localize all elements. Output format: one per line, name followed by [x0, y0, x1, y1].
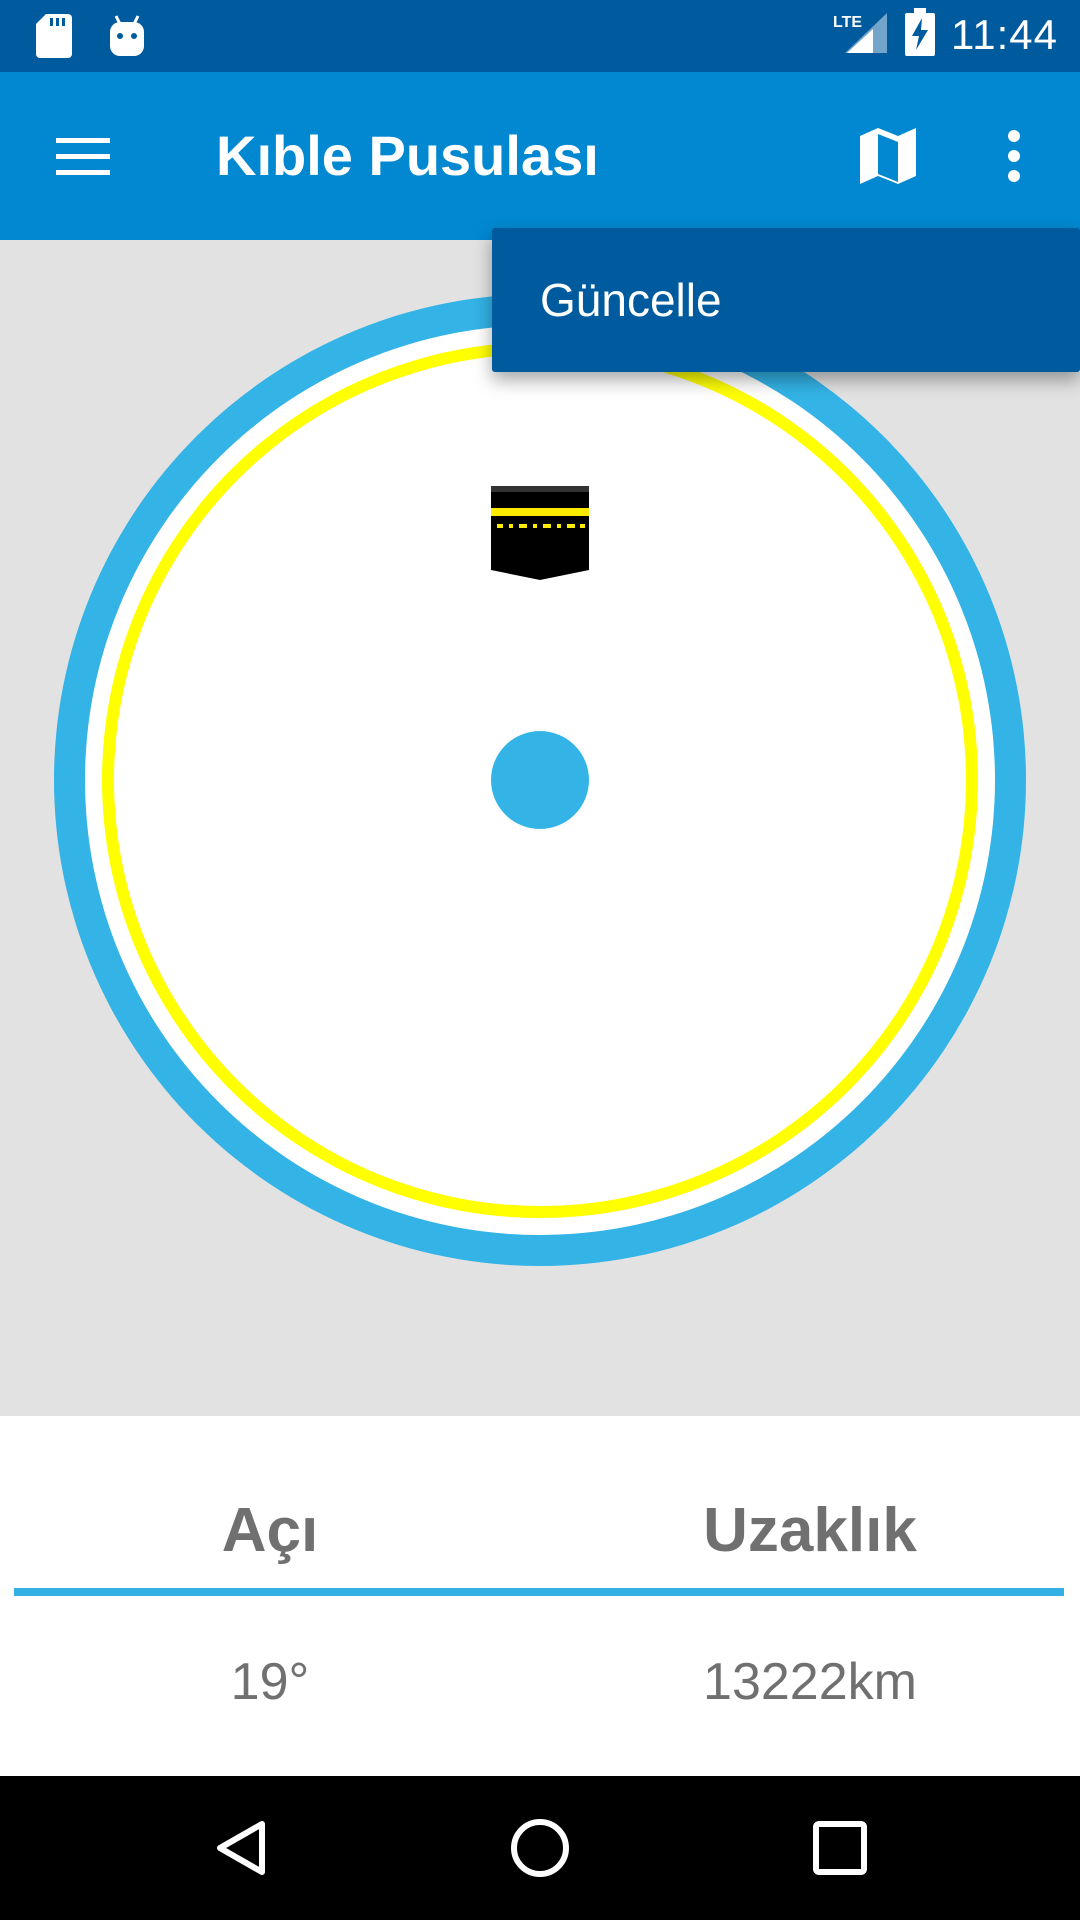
status-bar: LTE 11:44	[0, 0, 1080, 72]
back-icon	[217, 1821, 265, 1875]
app-bar: Kıble Pusulası	[0, 72, 1080, 240]
more-options-button[interactable]	[996, 124, 1032, 188]
recents-button[interactable]	[804, 1812, 876, 1884]
more-vert-icon	[1008, 130, 1020, 182]
sd-card-icon	[36, 14, 72, 63]
home-button[interactable]	[504, 1812, 576, 1884]
android-debug-icon	[108, 14, 146, 63]
home-icon	[511, 1819, 569, 1877]
battery-charging-icon	[905, 8, 935, 61]
map-button[interactable]	[856, 124, 920, 188]
status-time: 11:44	[951, 10, 1058, 58]
signal-icon: LTE	[833, 9, 889, 60]
back-button[interactable]	[206, 1812, 278, 1884]
overflow-menu: Güncelle	[492, 228, 1080, 372]
compass-area	[0, 240, 1080, 1416]
distance-value: 13222km	[703, 1653, 917, 1711]
distance-header: Uzaklık	[703, 1496, 917, 1565]
menu-button[interactable]	[54, 128, 112, 186]
info-divider	[14, 1588, 1064, 1596]
recents-icon	[813, 1821, 867, 1875]
app-title: Kıble Pusulası	[216, 124, 599, 187]
menu-icon	[56, 138, 110, 175]
network-type-label: LTE	[833, 14, 862, 31]
info-panel: Açı Uzaklık 19° 13222km	[0, 1416, 1080, 1776]
kaaba-icon	[491, 486, 589, 580]
compass-center-dot	[491, 731, 589, 829]
menu-item-update-label: Güncelle	[540, 274, 722, 326]
angle-header: Açı	[221, 1496, 319, 1565]
menu-item-update[interactable]: Güncelle	[492, 228, 1080, 372]
navigation-bar	[0, 1776, 1080, 1920]
map-icon	[860, 128, 916, 184]
angle-value: 19°	[230, 1653, 310, 1711]
qibla-compass	[54, 294, 1026, 1266]
